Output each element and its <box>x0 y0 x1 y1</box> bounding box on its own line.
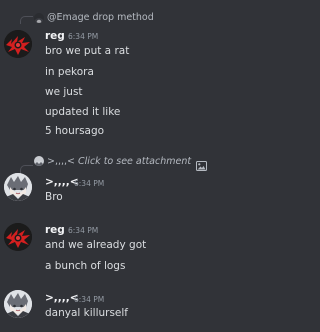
message-line: 5 hoursago <box>45 125 105 137</box>
reply-content[interactable]: Click to see attachment <box>78 156 191 167</box>
anime-avatar-icon <box>4 290 32 318</box>
reply-author[interactable]: >,,,,< <box>47 156 75 167</box>
message-line: updated it like <box>45 106 121 118</box>
avatar[interactable] <box>4 173 32 201</box>
timestamp: 6:34 PM <box>74 295 105 304</box>
message-line: Bro <box>45 191 63 203</box>
message-line: in pekora <box>45 66 94 78</box>
message-line: and we already got <box>45 239 147 251</box>
reply-author[interactable]: @Emage <box>47 12 89 23</box>
avatar[interactable] <box>4 290 32 318</box>
reply-preview[interactable]: @Emage drop method <box>47 12 154 23</box>
username[interactable]: reg <box>45 224 65 236</box>
reply-avatar-icon <box>34 161 44 166</box>
avatar[interactable] <box>4 30 32 58</box>
reply-preview[interactable]: >,,,,< Click to see attachment <box>47 156 191 167</box>
message-line: danyal killurself <box>45 307 129 319</box>
reply-avatar-icon <box>34 18 44 23</box>
timestamp: 6:34 PM <box>74 179 105 188</box>
red-spiky-avatar-icon <box>4 223 32 251</box>
reply-avatar[interactable] <box>34 156 44 166</box>
username[interactable]: reg <box>45 30 65 42</box>
reply-spine <box>20 165 33 173</box>
red-spiky-avatar-icon <box>4 30 32 58</box>
reply-avatar[interactable] <box>34 13 44 23</box>
anime-avatar-icon <box>4 173 32 201</box>
image-attachment-icon[interactable] <box>196 156 207 171</box>
timestamp: 6:34 PM <box>68 32 99 41</box>
message-line: a bunch of logs <box>45 260 126 272</box>
message-line: bro we put a rat <box>45 45 130 57</box>
reply-spine <box>20 16 33 24</box>
message-line: we just <box>45 86 83 98</box>
avatar[interactable] <box>4 223 32 251</box>
timestamp: 6:34 PM <box>68 226 99 235</box>
reply-content[interactable]: drop method <box>92 12 153 23</box>
